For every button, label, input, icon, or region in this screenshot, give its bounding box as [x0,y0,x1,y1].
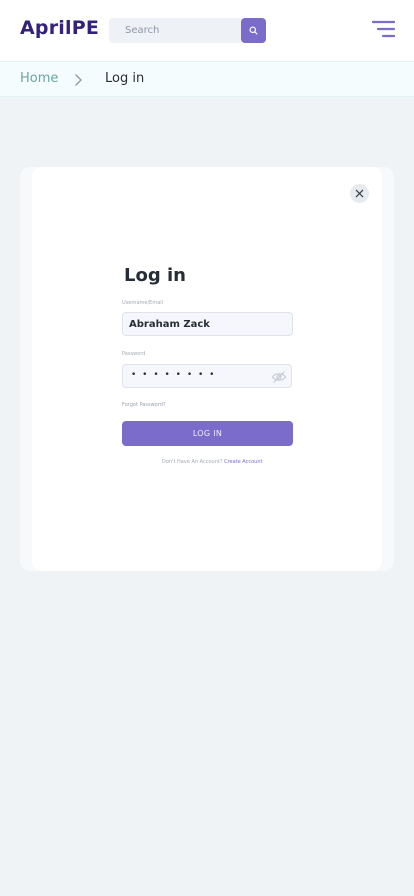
eye-off-icon[interactable] [271,371,287,383]
username-label: Username/Email [122,300,164,306]
username-value: Abraham Zack [129,319,210,330]
forgot-password-link[interactable]: Forgot Password? [122,402,166,408]
search-icon [249,26,258,35]
top-header: AprilPE [0,0,414,61]
close-button[interactable] [350,184,369,203]
password-label: Password [122,351,146,357]
breadcrumb-current: Log in [105,71,145,86]
username-field[interactable]: Abraham Zack [122,312,293,336]
breadcrumb-home-link[interactable]: Home [20,71,58,86]
breadcrumb: Home Log in [0,61,414,97]
search-input[interactable] [109,18,241,43]
chevron-right-icon [75,74,82,86]
search-bar [109,18,266,43]
menu-icon [371,20,396,38]
close-icon [355,189,364,198]
app-logo[interactable]: AprilPE [20,17,99,39]
login-title: Log in [124,265,186,286]
signup-prompt: Don't Have An Account? Create Account [162,459,262,465]
password-field[interactable]: • • • • • • • • [122,364,292,388]
search-button[interactable] [241,18,266,43]
create-account-link[interactable]: Create Account [224,459,262,465]
login-button[interactable]: LOG IN [122,421,293,446]
password-value: • • • • • • • • [131,370,216,380]
no-account-text: Don't Have An Account? [162,459,223,465]
menu-button[interactable] [371,20,396,40]
